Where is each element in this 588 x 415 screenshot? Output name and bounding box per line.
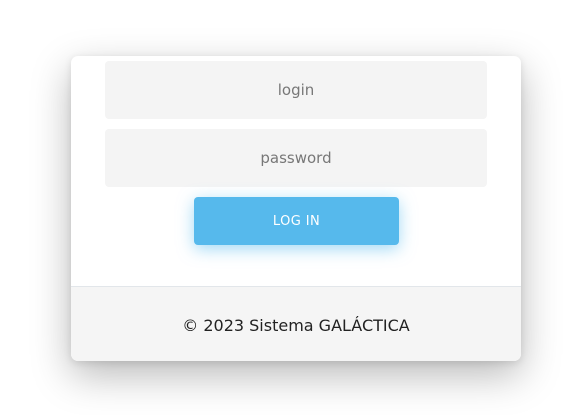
password-input[interactable] <box>105 129 487 187</box>
login-input[interactable] <box>105 61 487 119</box>
card-footer: © 2023 Sistema GALÁCTICA <box>71 286 521 361</box>
copyright-text: © 2023 Sistema GALÁCTICA <box>182 315 410 335</box>
login-card: LOG IN © 2023 Sistema GALÁCTICA <box>71 56 521 361</box>
login-button[interactable]: LOG IN <box>194 197 399 245</box>
